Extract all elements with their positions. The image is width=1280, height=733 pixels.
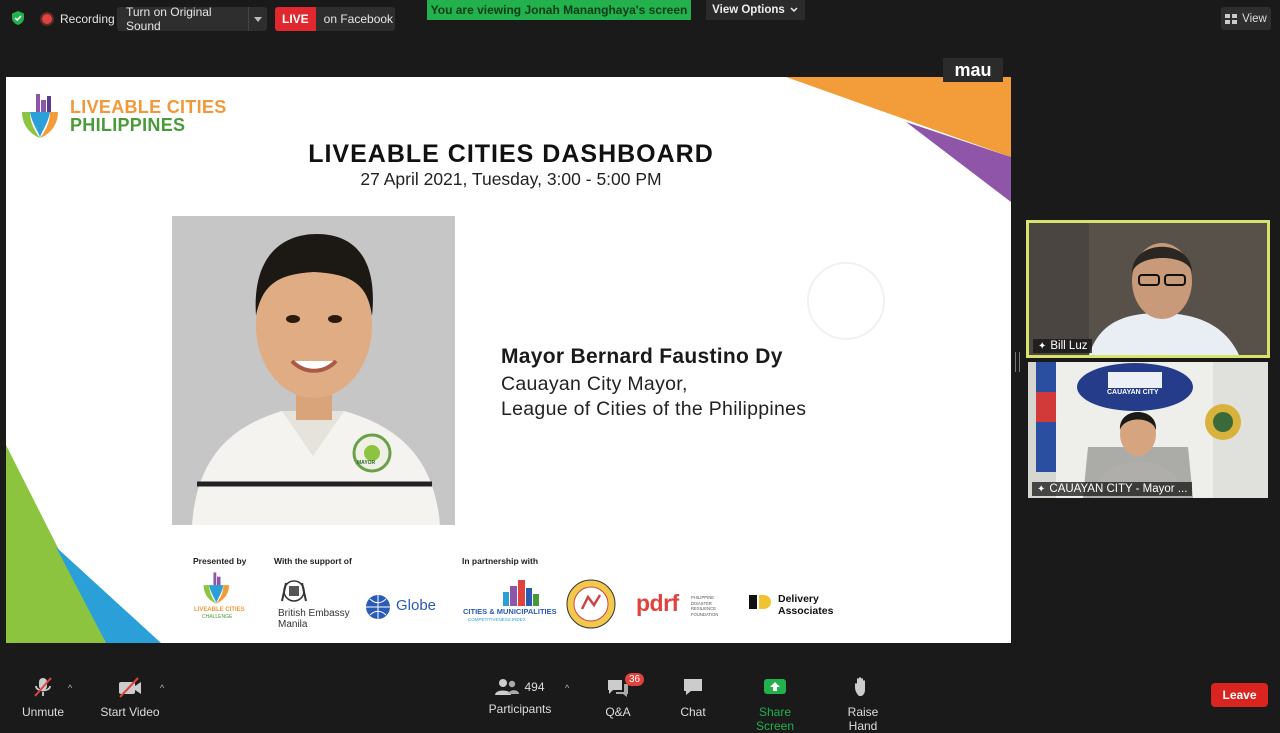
raise-hand-icon xyxy=(855,677,865,696)
panel-resize-handle[interactable] xyxy=(1015,352,1020,372)
british-embassy-text-1: British Embassy xyxy=(278,608,350,619)
view-options-button[interactable]: View Options xyxy=(706,0,805,20)
pdrf-sub-4: FOUNDATION xyxy=(691,611,719,617)
view-options-label: View Options xyxy=(712,4,785,16)
british-embassy-text-2: Manila xyxy=(278,619,308,630)
grid-view-icon xyxy=(1225,13,1238,24)
audio-options-caret[interactable]: ^ xyxy=(68,683,72,693)
share-screen-icon xyxy=(764,679,786,694)
lcc-logo-text: LIVEABLE CITIES xyxy=(194,607,245,613)
cauayan-city-sign: CAUAYAN CITY xyxy=(1107,389,1159,396)
live-stream-button[interactable]: LIVE on Facebook xyxy=(275,7,395,31)
view-button[interactable]: View xyxy=(1221,7,1271,30)
speaker-photo: MAYOR xyxy=(172,216,455,525)
participants-icon xyxy=(495,679,520,695)
participant-video-cauayan-city[interactable]: CAUAYAN CITY ✦ CAUAYAN CITY - Mayor ... xyxy=(1028,362,1268,498)
viewing-banner: You are viewing Jonah Mananghaya's scree… xyxy=(427,0,691,20)
speaker-role-line2: League of Cities of the Philippines xyxy=(501,398,807,420)
chat-label: Chat xyxy=(680,705,706,719)
delivery-associates-logo-icon xyxy=(749,595,771,609)
recording-dot-icon xyxy=(42,14,52,24)
support-caption: With the support of xyxy=(274,556,352,566)
unmute-button[interactable]: Unmute xyxy=(20,676,66,719)
video-options-caret[interactable]: ^ xyxy=(160,683,164,693)
chat-button[interactable]: Chat xyxy=(676,676,710,719)
qa-label: Q&A xyxy=(605,705,631,719)
participant-name-bill: Bill Luz xyxy=(1050,340,1088,352)
pin-icon: ✦ xyxy=(1038,340,1047,352)
recording-indicator[interactable]: Recording xyxy=(36,7,115,31)
cauayan-video-frame xyxy=(1028,362,1268,498)
start-video-button[interactable]: Start Video xyxy=(100,676,160,719)
cmci-buildings-icon xyxy=(503,580,539,606)
live-badge: LIVE xyxy=(275,7,316,31)
pdrf-logo-text: pdrf xyxy=(636,590,679,616)
mayor-badge-text: MAYOR xyxy=(357,460,376,466)
caret-down-icon xyxy=(254,16,262,22)
original-sound-label: Turn on Original Sound xyxy=(126,5,212,33)
recording-label: Recording xyxy=(60,12,115,26)
partnership-caption: In partnership with xyxy=(462,556,539,566)
security-shield-icon[interactable] xyxy=(11,11,25,25)
liveable-cities-logo-icon xyxy=(22,94,58,138)
bill-luz-video-frame xyxy=(1029,223,1267,355)
original-sound-dropdown[interactable] xyxy=(248,7,267,31)
globe-logo-icon xyxy=(366,595,390,619)
share-screen-label: Share Screen xyxy=(755,705,795,733)
participants-label: Participants xyxy=(488,702,552,716)
original-sound-button[interactable]: Turn on Original Sound xyxy=(117,5,267,33)
brand-title-line2: PHILIPPINES xyxy=(70,115,186,135)
lcc-logo-subtext: CHALLENGE xyxy=(202,614,233,620)
camera-off-icon xyxy=(119,677,141,698)
live-target-label: on Facebook xyxy=(323,12,394,26)
chat-icon xyxy=(684,679,702,695)
participants-button[interactable]: 494 Participants xyxy=(488,676,552,716)
speaker-name: Mayor Bernard Faustino Dy xyxy=(501,345,783,368)
delivery-logo-text-1: Delivery xyxy=(778,593,819,605)
participant-video-bill-luz[interactable]: ✦ Bill Luz xyxy=(1026,220,1270,358)
globe-logo-text: Globe xyxy=(396,597,437,614)
presented-by-caption: Presented by xyxy=(193,556,247,566)
cmci-logo-subtext: COMPETITIVENESS INDEX xyxy=(468,617,526,622)
start-video-label: Start Video xyxy=(100,705,160,719)
delivery-logo-text-2: Associates xyxy=(778,605,834,617)
participant-name-cauayan: CAUAYAN CITY - Mayor ... xyxy=(1049,483,1188,495)
lcc-logo-icon xyxy=(203,572,230,604)
british-crest-icon xyxy=(281,580,307,602)
shared-screen-slide: LIVEABLE CITIES PHILIPPINES LIVEABLE CIT… xyxy=(6,77,1011,643)
pdrf-logo-subtext: PHILIPPINE DISASTER RESILIENCE FOUNDATIO… xyxy=(691,595,718,617)
leave-button[interactable]: Leave xyxy=(1211,683,1268,707)
raise-hand-button[interactable]: Raise Hand xyxy=(832,676,894,733)
share-screen-button[interactable]: Share Screen xyxy=(740,676,810,733)
speaker-role-line1: Cauayan City Mayor, xyxy=(501,373,688,395)
chevron-down-icon xyxy=(790,7,798,13)
unmute-label: Unmute xyxy=(21,705,65,719)
microphone-muted-icon xyxy=(34,677,52,697)
league-of-cities-seal-icon xyxy=(566,579,616,629)
mau-watermark: mau xyxy=(943,58,1003,82)
qa-count-badge: 36 xyxy=(625,673,645,686)
pin-icon: ✦ xyxy=(1037,483,1046,495)
cmci-logo-text: CITIES & MUNICIPALITIES xyxy=(463,607,557,616)
pdrf-sub-3: RESILIENCE xyxy=(691,606,716,611)
video-name-tag: ✦ CAUAYAN CITY - Mayor ... xyxy=(1032,482,1193,496)
video-name-tag: ✦ Bill Luz xyxy=(1033,339,1093,353)
participants-count: 494 xyxy=(524,680,545,694)
participants-options-caret[interactable]: ^ xyxy=(565,683,569,693)
view-label: View xyxy=(1242,12,1267,25)
slide-title: LIVEABLE CITIES DASHBOARD xyxy=(308,140,714,168)
slide-date: 27 April 2021, Tuesday, 3:00 - 5:00 PM xyxy=(360,169,662,189)
raise-hand-label: Raise Hand xyxy=(847,705,879,733)
